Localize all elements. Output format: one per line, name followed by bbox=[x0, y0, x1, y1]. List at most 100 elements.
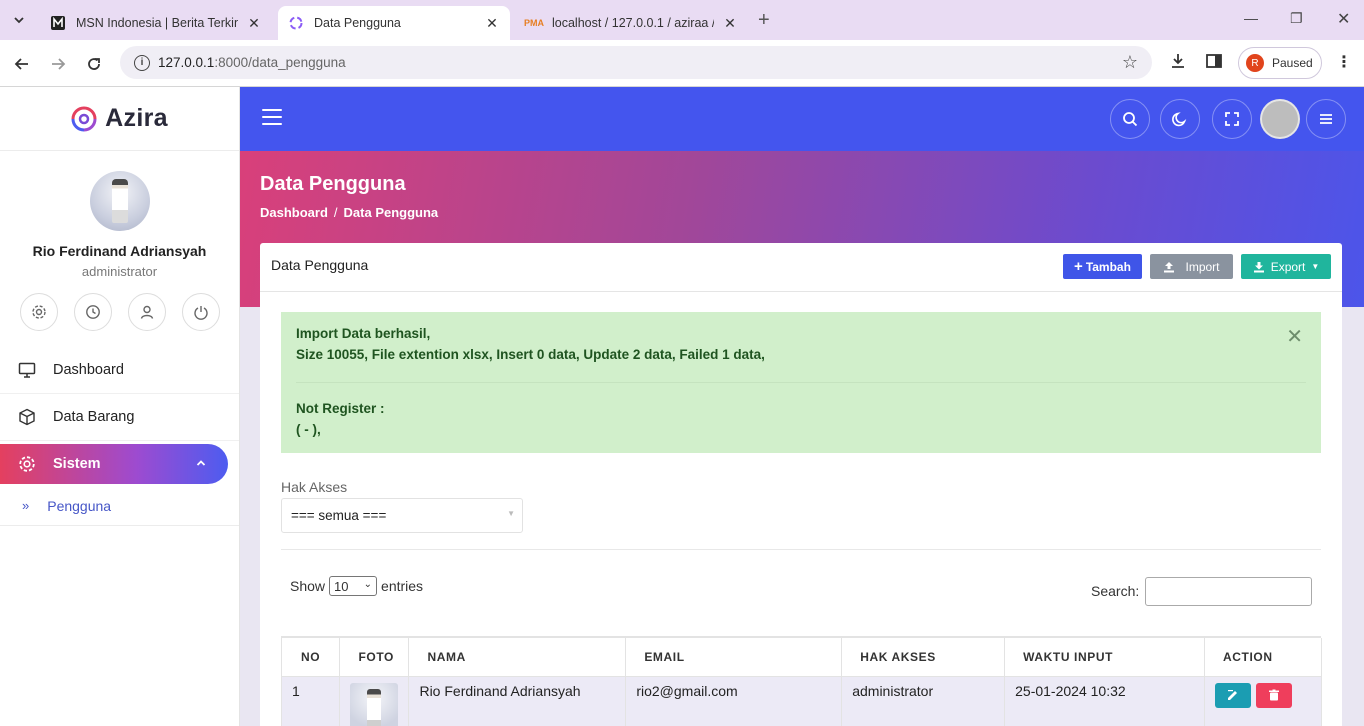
cell-email: rio2@gmail.com bbox=[625, 676, 843, 726]
alert-divider bbox=[296, 382, 1306, 383]
page-length-control: Show 10 ⌄ entries bbox=[290, 576, 423, 596]
settings-button[interactable] bbox=[19, 293, 58, 331]
search-label: Search: bbox=[1091, 583, 1140, 599]
sidebar-item-label: Dashboard bbox=[53, 362, 124, 378]
azira-icon bbox=[288, 15, 304, 31]
brand[interactable]: Azira bbox=[0, 87, 239, 151]
top-navbar bbox=[240, 87, 1364, 151]
tab-search-chevron-icon[interactable] bbox=[6, 8, 32, 32]
cell-no: 1 bbox=[282, 676, 341, 726]
search-input[interactable] bbox=[1145, 577, 1312, 606]
column-header[interactable]: FOTO bbox=[339, 638, 410, 677]
column-header[interactable]: EMAIL bbox=[625, 638, 843, 677]
close-tab-icon[interactable]: ✕ bbox=[484, 15, 500, 32]
export-dropdown-button[interactable]: Export ▼ bbox=[1241, 254, 1331, 279]
history-button[interactable] bbox=[73, 293, 112, 331]
close-tab-icon[interactable]: ✕ bbox=[246, 15, 262, 32]
trash-icon bbox=[1268, 689, 1279, 701]
dark-mode-button[interactable] bbox=[1160, 99, 1200, 139]
user-name: Rio Ferdinand Adriansyah bbox=[32, 243, 207, 259]
column-header[interactable]: NAMA bbox=[408, 638, 627, 677]
profile-paused-button[interactable]: R Paused bbox=[1238, 47, 1322, 79]
sidebar-item-label: Sistem bbox=[53, 456, 101, 472]
import-button[interactable]: Import bbox=[1150, 254, 1233, 279]
download-icon[interactable] bbox=[1169, 52, 1187, 75]
table-header-row: NO FOTO NAMA EMAIL HAK AKSES WAKTU INPUT… bbox=[282, 638, 1323, 677]
sidebar-subitem-pengguna[interactable]: » Pengguna bbox=[0, 486, 239, 526]
tambah-button[interactable]: + Tambah bbox=[1063, 254, 1142, 279]
cell-nama: Rio Ferdinand Adriansyah bbox=[408, 676, 627, 726]
edit-icon bbox=[1227, 690, 1237, 700]
alert-line: Import Data berhasil, bbox=[296, 326, 431, 341]
profile-avatar: R bbox=[1246, 54, 1264, 72]
column-header[interactable]: ACTION bbox=[1204, 638, 1323, 677]
sidebar-item-label: Data Barang bbox=[53, 409, 135, 425]
delete-button[interactable] bbox=[1255, 682, 1292, 708]
table-row: 1 Rio Ferdinand Adriansyah rio2@gmail.co… bbox=[282, 676, 1323, 726]
close-tab-icon[interactable]: ✕ bbox=[722, 15, 738, 32]
profile-button[interactable] bbox=[127, 293, 166, 331]
moon-icon bbox=[1172, 112, 1187, 127]
address-bar[interactable]: i 127.0.0.1:8000/data_pengguna ☆ bbox=[120, 46, 1152, 79]
plus-icon: + bbox=[1074, 258, 1083, 275]
fullscreen-icon bbox=[1225, 112, 1239, 126]
logout-button[interactable] bbox=[181, 293, 220, 331]
main-content: Data Pengguna Dashboard / Data Pengguna Da… bbox=[240, 87, 1364, 726]
options-button[interactable] bbox=[1306, 99, 1346, 139]
sidebar-item-sistem[interactable]: Sistem bbox=[0, 444, 228, 484]
browser-tab-phpmyadmin[interactable]: PMA localhost / 127.0.0.1 / aziraa / u ✕ bbox=[516, 6, 748, 40]
import-success-alert: Import Data berhasil, Size 10055, File e… bbox=[281, 312, 1321, 453]
fullscreen-button[interactable] bbox=[1212, 99, 1252, 139]
show-label: Show bbox=[290, 578, 326, 594]
browser-menu-icon[interactable]: ⋮ bbox=[1336, 52, 1352, 72]
user-profile: Rio Ferdinand Adriansyah administrator bbox=[0, 151, 239, 331]
site-info-icon[interactable]: i bbox=[134, 54, 150, 71]
menu-toggle-icon[interactable] bbox=[262, 109, 282, 125]
page-length-select[interactable]: 10 ⌄ bbox=[329, 576, 378, 596]
alert-line: ( - ), bbox=[296, 422, 321, 437]
user-icon bbox=[140, 305, 153, 319]
download-icon bbox=[1253, 261, 1264, 272]
browser-tab-msn[interactable]: MSN Indonesia | Berita Terkini I ✕ bbox=[40, 6, 272, 40]
minimize-icon[interactable]: — bbox=[1244, 10, 1258, 26]
side-panel-icon[interactable] bbox=[1205, 52, 1223, 75]
card-title: Data Pengguna bbox=[271, 257, 369, 273]
power-icon bbox=[193, 306, 208, 320]
card-header: Data Pengguna + Tambah Import Export ▼ bbox=[260, 243, 1342, 292]
clock-icon bbox=[85, 305, 100, 319]
new-tab-icon[interactable]: + bbox=[758, 9, 770, 32]
search-button[interactable] bbox=[1110, 99, 1150, 139]
sidebar: Azira Rio Ferdinand Adriansyah administr… bbox=[0, 87, 240, 726]
restore-icon[interactable]: ❐ bbox=[1290, 10, 1303, 27]
data-card: Data Pengguna + Tambah Import Export ▼ Im… bbox=[260, 243, 1342, 726]
phpmyadmin-icon: PMA bbox=[524, 18, 544, 28]
tab-title: MSN Indonesia | Berita Terkini I bbox=[76, 16, 238, 30]
back-icon[interactable] bbox=[10, 52, 34, 76]
users-table: NO FOTO NAMA EMAIL HAK AKSES WAKTU INPUT… bbox=[281, 636, 1323, 726]
sidebar-item-data-barang[interactable]: Data Barang bbox=[0, 394, 239, 441]
forward-icon[interactable] bbox=[46, 52, 70, 76]
browser-tab-data-pengguna[interactable]: Data Pengguna ✕ bbox=[278, 6, 510, 40]
azira-logo-icon bbox=[71, 106, 97, 131]
tab-title: Data Pengguna bbox=[314, 16, 401, 30]
reload-icon[interactable] bbox=[82, 52, 106, 76]
chevron-down-icon: ⌄ bbox=[363, 579, 373, 590]
edit-button[interactable] bbox=[1214, 682, 1251, 708]
chevron-up-icon bbox=[196, 457, 206, 471]
navbar-avatar[interactable] bbox=[1260, 99, 1300, 139]
hak-akses-select[interactable]: === semua === ▼ bbox=[281, 498, 523, 533]
column-header[interactable]: HAK AKSES bbox=[841, 638, 1006, 677]
column-header[interactable]: NO bbox=[282, 638, 341, 677]
gear-icon bbox=[19, 456, 35, 472]
close-icon[interactable]: ✕ bbox=[1286, 324, 1303, 349]
page-title: Data Pengguna bbox=[260, 173, 406, 195]
window-close-icon[interactable]: ✕ bbox=[1337, 9, 1350, 29]
bookmark-star-icon[interactable]: ☆ bbox=[1122, 52, 1138, 73]
double-chevron-right-icon: » bbox=[22, 498, 30, 513]
caret-down-icon: ▼ bbox=[1311, 262, 1320, 271]
sidebar-item-dashboard[interactable]: Dashboard bbox=[0, 347, 239, 394]
alert-line: Size 10055, File extention xlsx, Insert … bbox=[296, 347, 765, 362]
column-header[interactable]: WAKTU INPUT bbox=[1004, 638, 1205, 677]
cell-action bbox=[1204, 676, 1323, 726]
breadcrumb-home[interactable]: Dashboard bbox=[260, 205, 328, 220]
